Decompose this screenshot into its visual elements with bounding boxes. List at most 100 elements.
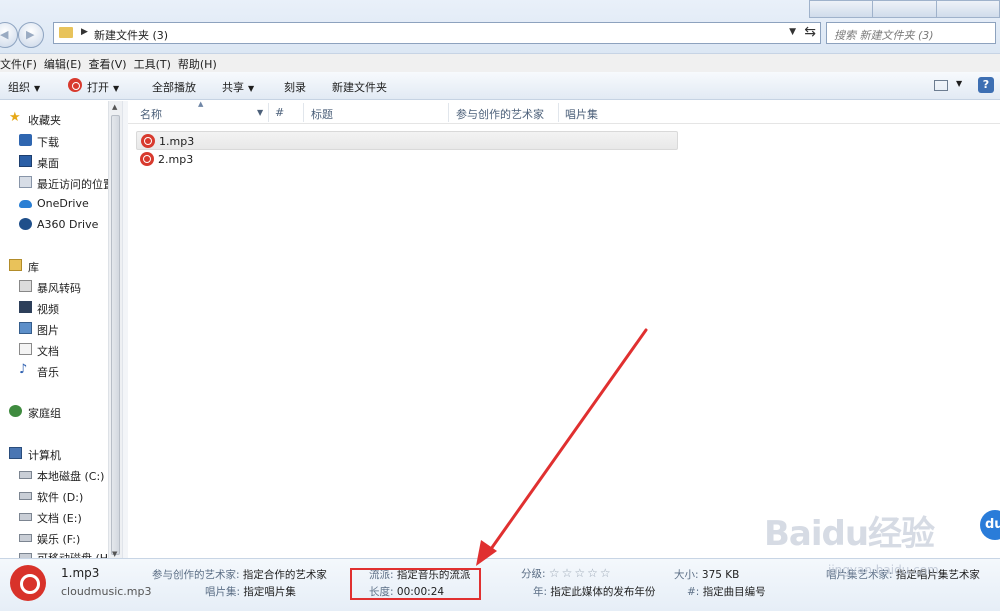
col-name[interactable]: 名称: [140, 106, 162, 122]
col-artist[interactable]: 参与创作的艺术家: [456, 106, 544, 122]
help-icon[interactable]: ?: [978, 77, 994, 93]
forward-button[interactable]: ▶: [18, 22, 44, 48]
col-album[interactable]: 唱片集: [565, 106, 598, 122]
navigation-pane: ★ 收藏夹 下载 桌面 最近访问的位置 OneDrive A360 Drive 库…: [0, 101, 122, 558]
menu-help[interactable]: 帮助(H): [178, 54, 224, 72]
prop-artist[interactable]: 参与创作的艺术家: 指定合作的艺术家: [152, 567, 327, 582]
view-options-icon[interactable]: [934, 80, 948, 91]
address-field[interactable]: ▶ 新建文件夹 (3) ▼ ⇆: [53, 22, 821, 44]
nav-music[interactable]: ♪ 音乐: [0, 361, 110, 379]
organize-button[interactable]: 组织 ▼: [8, 79, 40, 95]
burn-button[interactable]: 刻录: [284, 79, 306, 95]
file-name: 1.mp3: [159, 135, 195, 148]
share-button[interactable]: 共享 ▼: [222, 79, 254, 95]
rating-stars-icon[interactable]: ☆☆☆☆☆: [549, 566, 613, 580]
menu-view[interactable]: 查看(V): [88, 54, 133, 72]
watermark-url: jingyan.baidu.com: [828, 563, 939, 577]
file-name: 2.mp3: [158, 153, 194, 166]
details-filetype: cloudmusic.mp3: [61, 585, 152, 598]
share-caret-icon: ▼: [248, 84, 255, 93]
nav-drive-c[interactable]: 本地磁盘 (C:): [0, 465, 110, 483]
nav-drive-d[interactable]: 软件 (D:): [0, 486, 110, 504]
nav-libraries[interactable]: 库: [0, 256, 110, 274]
col-title[interactable]: 标题: [311, 106, 333, 122]
onedrive-cloud-icon: [19, 200, 32, 208]
organize-label: 组织: [8, 81, 30, 94]
nav-documents[interactable]: 文档: [0, 340, 110, 358]
column-divider[interactable]: [303, 103, 304, 122]
baidu-jingyan-logo: Baidu经验: [764, 514, 935, 554]
prop-rating[interactable]: 分级: ☆☆☆☆☆: [521, 566, 613, 581]
file-row[interactable]: 1.mp3: [136, 131, 678, 150]
nav-computer[interactable]: 计算机: [0, 444, 110, 462]
document-icon: [19, 343, 32, 355]
prop-track[interactable]: #: 指定曲目编号: [687, 584, 766, 599]
nav-pictures[interactable]: 图片: [0, 319, 110, 337]
menu-file[interactable]: 文件(F): [0, 54, 44, 72]
nav-downloads[interactable]: 下载: [0, 131, 110, 149]
nav-desktop[interactable]: 桌面: [0, 152, 110, 170]
drive-icon: [19, 534, 32, 542]
nav-drive-f[interactable]: 娱乐 (F:): [0, 528, 110, 546]
video-icon: [19, 301, 32, 313]
baidu-watermark: Baidu经验: [764, 498, 964, 558]
menu-tools[interactable]: 工具(T): [134, 54, 178, 72]
nav-drive-h[interactable]: 可移动磁盘 (H: [0, 547, 110, 558]
details-filename: 1.mp3: [61, 566, 100, 580]
command-toolbar: 组织 ▼ 打开 ▼ 全部播放 共享 ▼ 刻录 新建文件夹 ▼ ?: [0, 72, 1000, 100]
file-row[interactable]: 2.mp3: [136, 150, 678, 169]
scroll-down-icon[interactable]: ▼: [112, 550, 117, 558]
open-button[interactable]: 打开 ▼: [87, 79, 119, 95]
col-number[interactable]: #: [275, 106, 284, 119]
back-button[interactable]: ◀: [0, 22, 18, 48]
nav-a360[interactable]: A360 Drive: [0, 215, 110, 233]
window-controls[interactable]: [809, 0, 1000, 18]
nav-scroll-thumb[interactable]: [111, 115, 120, 555]
breadcrumb-chevron-icon[interactable]: ▶: [81, 27, 88, 37]
menu-edit[interactable]: 编辑(E): [44, 54, 89, 72]
drive-icon: [19, 513, 32, 521]
open-caret-icon: ▼: [113, 84, 120, 93]
prop-year[interactable]: 年: 指定此媒体的发布年份: [533, 584, 655, 599]
column-divider[interactable]: [558, 103, 559, 122]
scroll-up-icon[interactable]: ▲: [112, 103, 117, 111]
picture-icon: [19, 322, 32, 334]
netease-music-file-icon: [141, 134, 155, 148]
nav-scrollbar[interactable]: ▲ ▼: [108, 101, 122, 558]
sort-caret-icon: ▲: [198, 100, 204, 108]
nav-lib-item[interactable]: 暴风转码: [0, 277, 110, 295]
nav-onedrive[interactable]: OneDrive: [0, 194, 110, 212]
address-dropdown-icon[interactable]: ▼: [789, 27, 796, 37]
refresh-icon[interactable]: ⇆: [804, 24, 816, 40]
nav-favorites[interactable]: ★ 收藏夹: [0, 109, 110, 127]
homegroup-icon: [9, 405, 22, 417]
column-divider[interactable]: [268, 103, 269, 122]
drive-icon: [19, 492, 32, 500]
column-filter-icon[interactable]: ▼: [257, 108, 263, 117]
open-label: 打开: [87, 81, 109, 94]
search-input[interactable]: 搜索 新建文件夹 (3): [826, 22, 996, 44]
new-folder-button[interactable]: 新建文件夹: [332, 79, 387, 95]
netease-music-icon: [68, 78, 82, 92]
netease-music-file-icon: [140, 152, 154, 166]
nav-videos[interactable]: 视频: [0, 298, 110, 316]
star-icon: ★: [9, 110, 21, 125]
breadcrumb-current[interactable]: 新建文件夹 (3): [94, 27, 168, 43]
converter-icon: [19, 280, 32, 292]
prop-size[interactable]: 大小: 375 KB: [674, 567, 739, 582]
share-label: 共享: [222, 81, 244, 94]
library-icon: [9, 259, 22, 271]
organize-caret-icon: ▼: [34, 84, 41, 93]
address-bar-area: ◀ ▶ ▶ 新建文件夹 (3) ▼ ⇆ 搜索 新建文件夹 (3): [0, 0, 1000, 54]
column-divider[interactable]: [448, 103, 449, 122]
a360-drive-icon: [19, 218, 32, 230]
view-caret-icon[interactable]: ▼: [956, 79, 962, 88]
prop-album[interactable]: 唱片集: 指定唱片集: [205, 584, 296, 599]
nav-recent[interactable]: 最近访问的位置: [0, 173, 110, 191]
download-icon: [19, 134, 32, 146]
nav-homegroup[interactable]: 家庭组: [0, 402, 110, 420]
length-highlight-box: [350, 568, 481, 600]
folder-icon: [59, 27, 73, 38]
play-all-button[interactable]: 全部播放: [152, 79, 196, 95]
nav-drive-e[interactable]: 文档 (E:): [0, 507, 110, 525]
